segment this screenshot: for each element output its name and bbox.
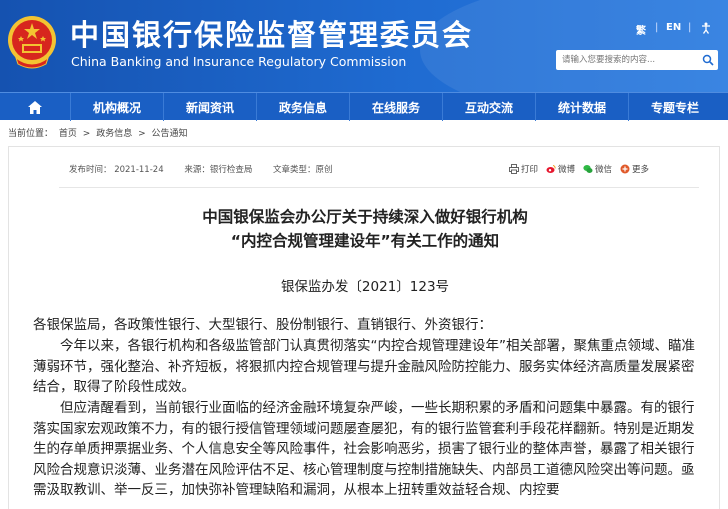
meta-divider xyxy=(59,187,699,188)
lang-separator-2: | xyxy=(688,22,692,33)
article-title-line-2: “内控合规管理建设年”有关工作的通知 xyxy=(230,232,500,250)
wechat-icon xyxy=(583,165,593,173)
article-source: 来源：银行检查局 xyxy=(184,165,253,175)
weibo-icon xyxy=(546,165,556,173)
print-button[interactable]: 打印 xyxy=(509,163,538,175)
nav-item-gov-info[interactable]: 政务信息 xyxy=(256,93,349,121)
nav-item-online-service[interactable]: 在线服务 xyxy=(349,93,442,121)
document-number: 银保监办发〔2021〕123号 xyxy=(280,279,450,295)
article-paragraph-2: 但应清醒看到，当前银行业面临的经济金融环境复杂严峻，一些长期积累的矛盾和问题集中… xyxy=(33,400,695,498)
breadcrumb-gov-info[interactable]: 政务信息 xyxy=(96,129,132,139)
weibo-label: 微博 xyxy=(558,165,576,175)
breadcrumb-home[interactable]: 首页 xyxy=(59,129,77,139)
home-icon xyxy=(28,100,42,114)
nav-item-interaction[interactable]: 互动交流 xyxy=(442,93,535,121)
print-label: 打印 xyxy=(521,165,539,175)
article-paragraph-1: 今年以来，各银行机构和各级监管部门认真贯彻落实“内控合规管理建设年”相关部署，聚… xyxy=(33,338,695,395)
article-salutation: 各银保监局，各政策性银行、大型银行、股份制银行、直销银行、外资银行： xyxy=(33,317,492,333)
national-emblem-icon xyxy=(8,16,56,69)
breadcrumb: 当前位置： 首页 > 政务信息 > 公告通知 xyxy=(8,126,191,139)
accessibility-icon[interactable] xyxy=(700,22,712,34)
more-label: 更多 xyxy=(632,165,650,175)
breadcrumb-prefix: 当前位置： xyxy=(8,129,54,139)
nav-item-news[interactable]: 新闻资讯 xyxy=(163,93,256,121)
printer-icon xyxy=(509,164,519,174)
lang-english-link[interactable]: EN xyxy=(666,22,681,33)
share-weibo-button[interactable]: 微博 xyxy=(546,163,575,175)
main-nav: 机构概况 新闻资讯 政务信息 在线服务 互动交流 统计数据 专题专栏 xyxy=(0,92,728,121)
wechat-label: 微信 xyxy=(595,165,613,175)
nav-item-topics[interactable]: 专题专栏 xyxy=(628,93,721,121)
publish-date: 发布时间： 2021-11-24 xyxy=(69,165,164,175)
search-icon[interactable] xyxy=(702,54,714,66)
nav-item-statistics[interactable]: 统计数据 xyxy=(535,93,628,121)
share-more-button[interactable]: 更多 xyxy=(620,163,649,175)
site-header: 中国银行保险监督管理委员会 China Banking and Insuranc… xyxy=(0,0,728,92)
breadcrumb-separator: > xyxy=(82,129,91,139)
site-title-en: China Banking and Insurance Regulatory C… xyxy=(71,54,407,69)
article-panel: 发布时间： 2021-11-24 来源：银行检查局 文章类型：原创 打印 微博 xyxy=(8,146,720,509)
share-bar: 打印 微博 微信 更多 xyxy=(509,163,657,175)
breadcrumb-separator: > xyxy=(138,129,146,139)
article-meta: 发布时间： 2021-11-24 来源：银行检查局 文章类型：原创 xyxy=(69,163,351,175)
site-title-cn: 中国银行保险监督管理委员会 xyxy=(70,18,474,52)
share-wechat-button[interactable]: 微信 xyxy=(583,163,612,175)
nav-home[interactable] xyxy=(0,93,70,121)
lang-traditional-link[interactable]: 繁 xyxy=(636,22,646,37)
search-input[interactable] xyxy=(556,50,718,70)
article-title-line-1: 中国银保监会办公厅关于持续深入做好银行机构 xyxy=(202,208,528,226)
plus-icon xyxy=(620,164,630,174)
lang-separator: | xyxy=(655,22,659,33)
nav-item-about[interactable]: 机构概况 xyxy=(70,93,163,121)
breadcrumb-notices[interactable]: 公告通知 xyxy=(152,129,188,139)
article-type: 文章类型：原创 xyxy=(273,165,333,175)
